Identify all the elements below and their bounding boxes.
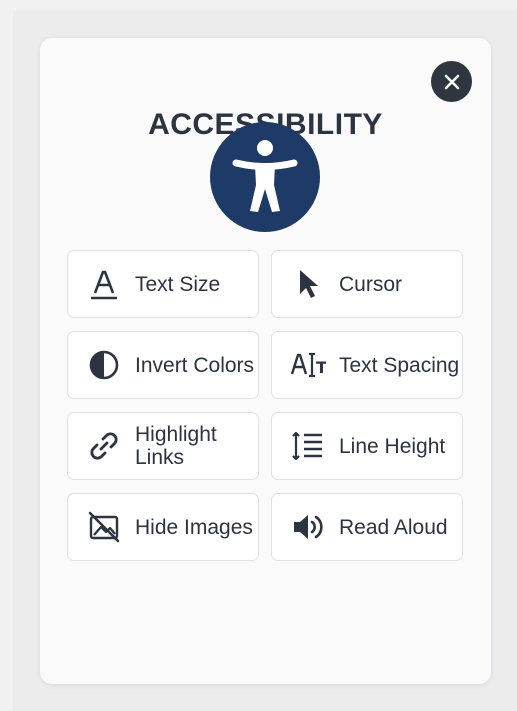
read-aloud-button[interactable]: Read Aloud — [271, 493, 463, 561]
highlight-links-button[interactable]: Highlight Links — [67, 412, 259, 480]
link-icon — [86, 428, 122, 464]
line-height-icon — [290, 428, 326, 464]
accessibility-person-icon — [232, 140, 298, 212]
text-size-icon — [86, 266, 122, 302]
cursor-button[interactable]: Cursor — [271, 250, 463, 318]
close-button[interactable] — [431, 61, 472, 102]
accessibility-panel: ACCESSIBILITY Text Size Cursor — [40, 38, 491, 684]
line-height-label: Line Height — [339, 434, 446, 458]
hide-images-icon — [86, 509, 122, 545]
read-aloud-label: Read Aloud — [339, 515, 448, 539]
text-spacing-icon: T — [290, 347, 326, 383]
text-size-label: Text Size — [135, 272, 221, 296]
text-spacing-label: Text Spacing — [339, 353, 460, 377]
text-size-button[interactable]: Text Size — [67, 250, 259, 318]
speaker-icon — [290, 509, 326, 545]
svg-text:T: T — [316, 358, 326, 377]
invert-colors-button[interactable]: Invert Colors — [67, 331, 259, 399]
highlight-links-label: Highlight Links — [135, 423, 217, 469]
text-spacing-button[interactable]: T Text Spacing — [271, 331, 463, 399]
line-height-button[interactable]: Line Height — [271, 412, 463, 480]
invert-colors-icon — [86, 347, 122, 383]
invert-colors-label: Invert Colors — [135, 353, 255, 377]
cursor-label: Cursor — [339, 272, 403, 296]
hide-images-button[interactable]: Hide Images — [67, 493, 259, 561]
cursor-icon — [290, 266, 326, 302]
close-icon — [444, 74, 459, 89]
accessibility-hero — [210, 122, 320, 232]
hide-images-label: Hide Images — [135, 515, 253, 539]
